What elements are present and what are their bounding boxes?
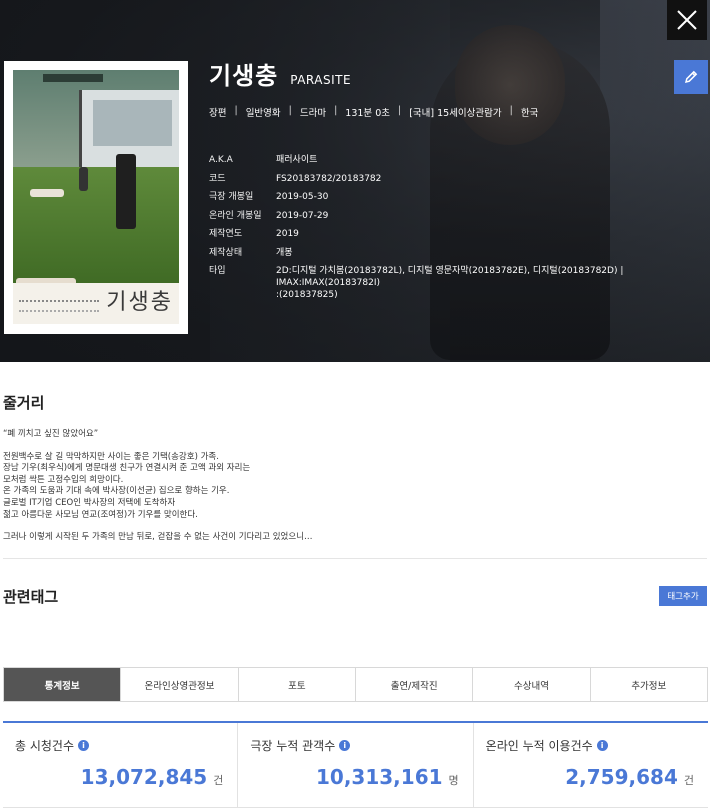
stat-value: 13,072,845 [80, 765, 208, 789]
edit-button[interactable] [674, 60, 708, 94]
section-divider [3, 558, 707, 559]
spec-row: 코드 FS20183782/20183782 [209, 170, 696, 189]
movie-meta: 장편 | 일반영화 | 드라마 | 131분 0초 | [국내] 15세이상관람가 | 한… [209, 105, 696, 119]
tab-online-theaters[interactable]: 온라인상영관정보 [121, 668, 239, 701]
movie-poster: 기생충 [4, 61, 188, 334]
info-icon[interactable]: i [78, 740, 90, 751]
stat-theater-audience: 극장 누적 관객수 i 10,313,161 명 [238, 723, 474, 808]
stat-online-usage: 온라인 누적 이용건수 i 2,759,684 건 [473, 723, 708, 808]
tags-title: 관련태그 [3, 588, 59, 606]
meta-separator: | [509, 105, 513, 116]
stat-label-row: 총 시청건수 i [15, 737, 90, 754]
meta-format: 장편 [209, 108, 227, 119]
stat-value-row: 13,072,845 건 [81, 765, 224, 789]
poster-credits [19, 300, 99, 312]
tab-photos[interactable]: 포토 [238, 668, 356, 701]
stat-unit: 명 [448, 774, 459, 787]
spec-key: 제작연도 [209, 229, 243, 239]
tab-awards[interactable]: 수상내역 [473, 668, 591, 701]
tab-extra-info[interactable]: 추가정보 [590, 668, 707, 701]
add-tag-button[interactable]: 태그추가 [659, 586, 707, 606]
spec-row: 타입 2D:디지털 가치봄(20183782L), 디지털 영문자막(201837… [209, 262, 696, 301]
movie-title-en: PARASITE [290, 73, 352, 87]
close-button[interactable] [667, 0, 707, 40]
synopsis-title: 줄거리 [3, 394, 45, 412]
movie-info: 기생충 PARASITE 장편 | 일반영화 | 드라마 | 131분 0초 | [국내… [209, 56, 696, 301]
stat-unit: 건 [683, 774, 694, 787]
info-icon[interactable]: i [339, 740, 351, 751]
poster-title: 기생충 [106, 290, 173, 315]
title-row: 기생충 PARASITE [209, 56, 696, 91]
stat-total-views: 총 시청건수 i 13,072,845 건 [3, 723, 239, 808]
movie-specs: A.K.A 패러사이트 코드 FS20183782/20183782 극장 개봉일 2… [209, 151, 696, 301]
pencil-icon [684, 70, 698, 84]
spec-row: 제작연도 2019 [209, 225, 696, 244]
info-icon[interactable]: i [596, 740, 608, 751]
meta-separator: | [288, 105, 292, 116]
meta-country: 한국 [520, 108, 539, 119]
poster-window [92, 100, 173, 147]
spec-value: 2019-07-29 [276, 210, 329, 221]
spec-row: 온라인 개봉일 2019-07-29 [209, 207, 696, 226]
spec-value: 2019 [276, 229, 299, 239]
meta-separator: | [334, 105, 338, 116]
spec-row: A.K.A 패러사이트 [209, 151, 696, 170]
stat-label-row: 온라인 누적 이용건수 i [486, 737, 608, 754]
meta-genre: 드라마 [299, 108, 327, 119]
close-icon [677, 10, 697, 30]
meta-category: 일반영화 [245, 108, 281, 119]
tab-stats[interactable]: 통계정보 [4, 668, 122, 701]
spec-value: 2019-05-30 [276, 192, 329, 202]
stat-value: 10,313,161 [316, 765, 443, 789]
stat-label-row: 극장 누적 관객수 i [250, 737, 351, 754]
stat-unit: 건 [213, 774, 224, 787]
synopsis-paragraph: 전원백수로 살 길 막막하지만 사이는 좋은 기택(송강호) 가족. 장남 기우… [3, 451, 251, 520]
movie-title: 기생충 [209, 62, 279, 90]
tab-cast-crew[interactable]: 출연/제작진 [355, 668, 474, 701]
poster-laurel [43, 74, 103, 82]
poster-figure [79, 166, 89, 191]
poster-lawn [13, 166, 179, 286]
spec-key: 타입 [209, 266, 226, 276]
stat-value-row: 2,759,684 건 [565, 765, 694, 789]
stat-value-row: 10,313,161 명 [316, 765, 459, 789]
poster-image: 기생충 [13, 70, 179, 324]
spec-key: 극장 개봉일 [209, 192, 254, 202]
spec-value: 2D:디지털 가치봄(20183782L), 디지털 영문자막(20183782… [276, 266, 624, 300]
spec-value: 개봉 [276, 247, 293, 258]
spec-key: 제작상태 [209, 247, 243, 258]
spec-key: 온라인 개봉일 [209, 210, 262, 221]
meta-runtime: 131분 0초 [345, 108, 390, 119]
synopsis-body: “폐 끼치고 싶진 않았어요” 전원백수로 살 길 막막하지만 사이는 좋은 기… [3, 429, 693, 555]
spec-row: 극장 개봉일 2019-05-30 [209, 188, 696, 207]
synopsis-paragraph: 그러나 이렇게 시작된 두 가족의 만남 뒤로, 걷잡을 수 없는 사건이 기다… [3, 532, 313, 543]
poster-figure [115, 153, 136, 229]
stat-value: 2,759,684 [565, 765, 678, 789]
stats-panel: 총 시청건수 i 13,072,845 건 극장 누적 관객수 i 10,313… [3, 721, 708, 808]
stat-label: 총 시청건수 [15, 739, 75, 753]
meta-separator: | [397, 105, 402, 116]
spec-key: A.K.A [209, 155, 233, 165]
spec-value: 패러사이트 [276, 155, 318, 165]
stat-label: 온라인 누적 이용건수 [485, 739, 593, 753]
spec-key: 코드 [209, 173, 226, 184]
synopsis-tagline: “폐 끼치고 싶진 않았어요” [3, 429, 99, 439]
poster-figure [29, 189, 64, 198]
spec-row: 제작상태 개봉 [209, 244, 696, 263]
stat-label: 극장 누적 관객수 [250, 739, 336, 753]
meta-rating: [국내] 15세이상관람가 [409, 108, 502, 119]
detail-tabs: 통계정보 온라인상영관정보 포토 출연/제작진 수상내역 추가정보 [3, 667, 708, 702]
spec-value: FS20183782/20183782 [276, 173, 382, 184]
meta-separator: | [234, 105, 238, 116]
